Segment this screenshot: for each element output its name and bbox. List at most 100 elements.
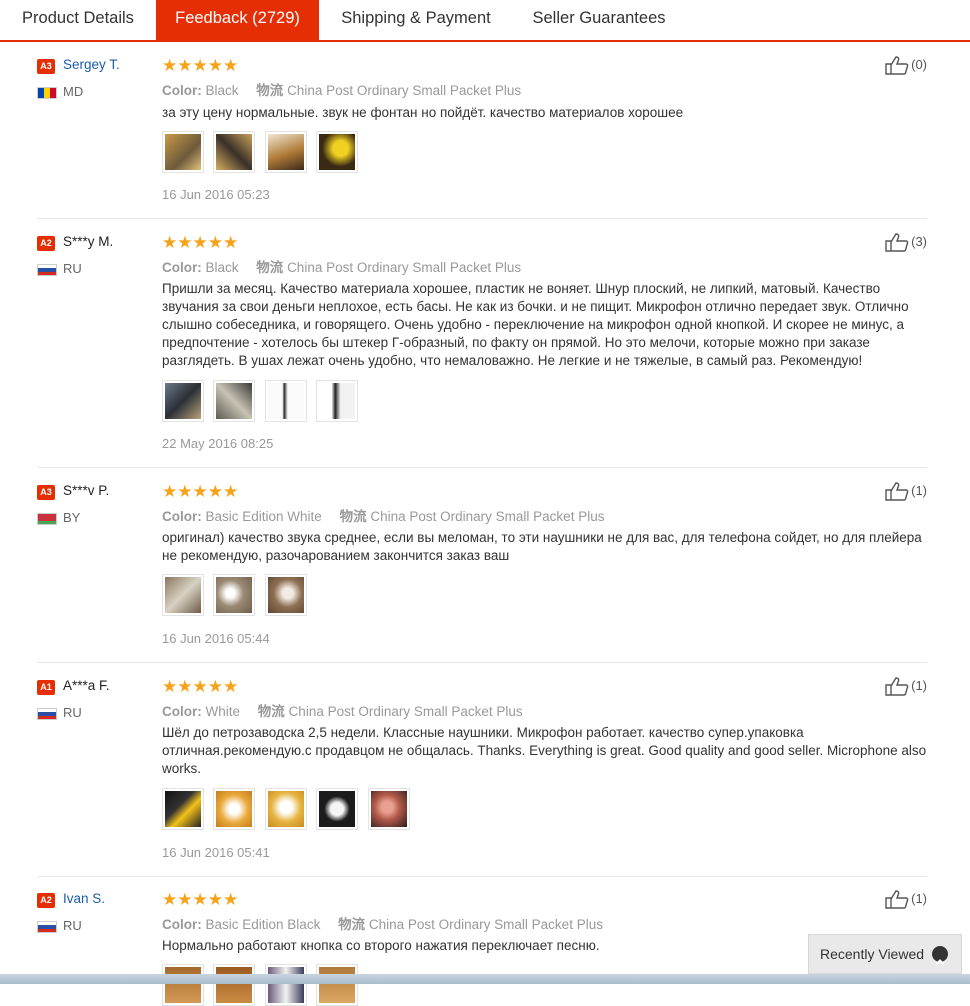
- thumbs-up-icon: [885, 677, 909, 696]
- review-date: 16 Jun 2016 05:41: [162, 845, 270, 860]
- helpful-count: (1): [911, 482, 927, 498]
- color-value: Black: [205, 83, 239, 98]
- reviewer-name[interactable]: Sergey T.: [63, 57, 120, 72]
- reviewer-country: RU: [63, 705, 82, 720]
- helpful-button[interactable]: (0): [885, 56, 927, 75]
- rating-stars: ★★★★★: [162, 890, 239, 909]
- review-photo[interactable]: [264, 574, 307, 616]
- review-photo[interactable]: [162, 964, 204, 1006]
- helpful-button[interactable]: (1): [885, 482, 927, 501]
- reviewer-country: RU: [63, 261, 82, 276]
- shipping-method: China Post Ordinary Small Packet Plus: [287, 83, 522, 98]
- helpful-button[interactable]: (1): [885, 677, 927, 696]
- review-photo[interactable]: [264, 788, 307, 830]
- review-text: Пришли за месяц. Качество материала хоро…: [162, 281, 909, 368]
- helpful-count: (0): [911, 56, 927, 72]
- color-value: White: [205, 704, 241, 719]
- window-bottom-edge: [0, 974, 970, 984]
- review-photo[interactable]: [213, 574, 256, 616]
- review-photo[interactable]: [316, 788, 359, 830]
- thumbs-up-icon: [885, 482, 909, 501]
- review-date: 16 Jun 2016 05:44: [162, 631, 270, 646]
- order-info: Color: Basic Edition Black 物流 China Post…: [162, 913, 603, 933]
- reviewer-name: A***a F.: [63, 678, 110, 693]
- reviewer-name: S***y M.: [63, 234, 114, 249]
- tab-seller-guarantees[interactable]: Seller Guarantees: [518, 0, 680, 40]
- review-photo[interactable]: [213, 964, 256, 1006]
- logistics-icon: 物流: [338, 917, 366, 932]
- review-photos: [162, 380, 363, 422]
- review-text: Шёл до петрозаводска 2,5 недели. Классны…: [162, 725, 927, 776]
- review-divider: [37, 467, 927, 468]
- review-photos: [162, 574, 312, 616]
- color-label: Color:: [162, 509, 202, 524]
- review-divider: [37, 662, 927, 663]
- review-photo[interactable]: [162, 788, 204, 830]
- review-divider: [37, 218, 927, 219]
- color-label: Color:: [162, 83, 202, 98]
- review-photo[interactable]: [264, 380, 307, 422]
- shipping-method: China Post Ordinary Small Packet Plus: [288, 704, 523, 719]
- rating-stars: ★★★★★: [162, 677, 239, 696]
- review-text: оригинал) качество звука среднее, если в…: [162, 530, 922, 563]
- review-photo[interactable]: [316, 131, 359, 173]
- reviewer-name[interactable]: Ivan S.: [63, 891, 105, 906]
- color-label: Color:: [162, 704, 202, 719]
- review-photos: [162, 788, 415, 830]
- tab-bar: Product Details Feedback (2729) Shipping…: [0, 0, 970, 42]
- order-info: Color: White 物流 China Post Ordinary Smal…: [162, 700, 523, 720]
- rating-stars: ★★★★★: [162, 482, 239, 501]
- review-date: 22 May 2016 08:25: [162, 436, 274, 451]
- tab-feedback[interactable]: Feedback (2729): [156, 0, 319, 40]
- review-photo[interactable]: [367, 788, 410, 830]
- review-photo[interactable]: [162, 380, 204, 422]
- russia-flag-icon: [37, 264, 57, 276]
- shipping-method: China Post Ordinary Small Packet Plus: [368, 917, 603, 932]
- color-label: Color:: [162, 917, 202, 932]
- recently-viewed-label: Recently Viewed: [820, 946, 925, 962]
- chevron-up-icon: [932, 946, 948, 965]
- color-value: Basic Edition White: [205, 509, 322, 524]
- logistics-icon: 物流: [257, 704, 285, 719]
- color-value: Basic Edition Black: [205, 917, 321, 932]
- review-photo[interactable]: [264, 964, 307, 1006]
- helpful-count: (3): [911, 233, 927, 249]
- rating-stars: ★★★★★: [162, 233, 239, 252]
- review-photo[interactable]: [213, 380, 256, 422]
- review-text: за эту цену нормальные. звук не фонтан н…: [162, 105, 684, 120]
- review-date: 16 Jun 2016 05:23: [162, 187, 270, 202]
- color-value: Black: [205, 260, 239, 275]
- russia-flag-icon: [37, 921, 57, 933]
- helpful-button[interactable]: (1): [885, 890, 927, 909]
- logistics-icon: 物流: [256, 260, 284, 275]
- reviewer-name: S***v P.: [63, 483, 110, 498]
- buyer-level-badge: A2: [37, 236, 55, 251]
- buyer-level-badge: A2: [37, 893, 55, 908]
- reviewer-country: BY: [63, 510, 81, 525]
- tab-product-details[interactable]: Product Details: [6, 0, 150, 40]
- order-info: Color: Basic Edition White 物流 China Post…: [162, 505, 604, 525]
- review-photo[interactable]: [316, 964, 359, 1006]
- review-photo[interactable]: [162, 574, 204, 616]
- logistics-icon: 物流: [256, 83, 284, 98]
- helpful-button[interactable]: (3): [885, 233, 927, 252]
- review-photos: [162, 131, 363, 173]
- russia-flag-icon: [37, 708, 57, 720]
- rating-stars: ★★★★★: [162, 56, 239, 75]
- recently-viewed-button[interactable]: Recently Viewed: [808, 934, 962, 974]
- review-photo[interactable]: [264, 131, 307, 173]
- review-photo[interactable]: [316, 380, 359, 422]
- belarus-flag-icon: [37, 513, 57, 525]
- helpful-count: (1): [911, 890, 927, 906]
- review-photo[interactable]: [162, 131, 204, 173]
- moldova-flag-icon: [37, 87, 57, 99]
- color-label: Color:: [162, 260, 202, 275]
- tab-shipping-payment[interactable]: Shipping & Payment: [325, 0, 507, 40]
- reviewer-country: MD: [63, 84, 84, 99]
- shipping-method: China Post Ordinary Small Packet Plus: [370, 509, 605, 524]
- buyer-level-badge: A3: [37, 59, 55, 74]
- logistics-icon: 物流: [339, 509, 367, 524]
- review-photo[interactable]: [213, 788, 256, 830]
- review-photo[interactable]: [213, 131, 256, 173]
- buyer-level-badge: A1: [37, 680, 55, 695]
